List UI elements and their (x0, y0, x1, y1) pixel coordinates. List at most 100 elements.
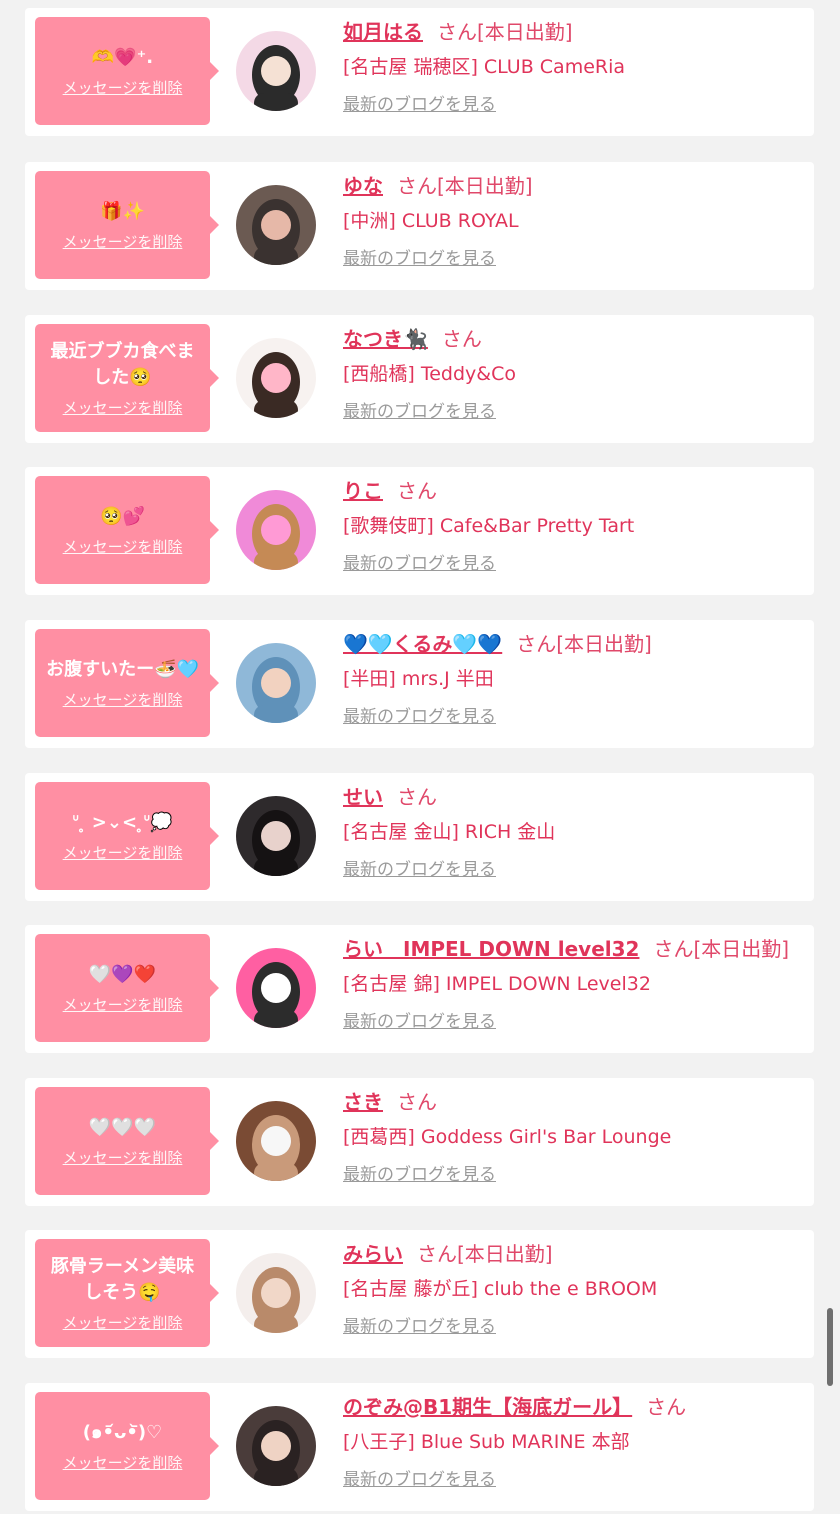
delete-message-link[interactable]: メッセージを削除 (63, 689, 183, 710)
cast-name-link[interactable]: ゆな (343, 174, 383, 198)
cast-name-link[interactable]: りこ (343, 479, 383, 503)
latest-blog-link[interactable]: 最新のブログを見る (343, 706, 496, 728)
avatar[interactable] (236, 948, 316, 1028)
message-bubble: 最近ブブカ食べました🥺 メッセージを削除 (35, 324, 219, 432)
profile-info: ゆな さん[本日出勤] [中洲] CLUB ROYAL 最新のブログを見る (343, 172, 806, 270)
message-text: 🫶💗⁺. (91, 46, 154, 68)
shop-text: [名古屋 瑞穂区] CLUB CameRia (343, 56, 626, 78)
avatar[interactable] (236, 1406, 316, 1486)
avatar-image (236, 643, 316, 723)
delete-message-link[interactable]: メッセージを削除 (63, 231, 183, 252)
message-text: (๑•᷄ᴗ•᷅)♡ (82, 1421, 163, 1443)
shop-text: [名古屋 藤が丘] club the e BROOM (343, 1278, 658, 1300)
cast-name-link[interactable]: なつき🐈‍⬛ (343, 327, 428, 351)
avatar[interactable] (236, 796, 316, 876)
honorific: さん (646, 1395, 687, 1419)
message-bubble: お腹すいたー🍜🩵 メッセージを削除 (35, 629, 219, 737)
latest-blog-link[interactable]: 最新のブログを見る (343, 401, 496, 423)
honorific: さん (653, 937, 694, 961)
delete-message-link[interactable]: メッセージを削除 (63, 1147, 183, 1168)
profile-info: 💙🩵くるみ🩵💙 さん[本日出勤] [半田] mrs.J 半田 最新のブログを見る (343, 630, 806, 728)
message-card: お腹すいたー🍜🩵 メッセージを削除 💙🩵くるみ🩵💙 さん[本日出勤] [半田] mrs.… (25, 620, 814, 748)
avatar-image (236, 1253, 316, 1333)
latest-blog-link[interactable]: 最新のブログを見る (343, 859, 496, 881)
message-text: 🥺💕 (100, 505, 145, 527)
shop-text: [西船橋] Teddy&Co (343, 363, 517, 385)
avatar-image (236, 338, 316, 418)
avatar[interactable] (236, 31, 316, 111)
name-line: のぞみ@B1期生【海底ガール】 さん (343, 1393, 806, 1421)
avatar-image (236, 1406, 316, 1486)
shop-text: [半田] mrs.J 半田 (343, 668, 494, 690)
cast-name-link[interactable]: のぞみ@B1期生【海底ガール】 (343, 1395, 632, 1419)
scrollbar[interactable] (827, 1308, 833, 1386)
delete-message-link[interactable]: メッセージを削除 (63, 1312, 183, 1333)
message-text: 🤍💜❤️ (88, 963, 157, 985)
delete-message-link[interactable]: メッセージを削除 (63, 842, 183, 863)
message-card: 🥺💕 メッセージを削除 りこ さん [歌舞伎町] Cafe&Bar Pretty Tar… (25, 467, 814, 595)
cast-name-link[interactable]: 如月はる (343, 20, 423, 44)
message-text: 🎁✨ (100, 200, 145, 222)
message-bubble: 豚骨ラーメン美味しそう🤤 メッセージを削除 (35, 1239, 219, 1347)
name-line: さき さん (343, 1088, 806, 1116)
latest-blog-link[interactable]: 最新のブログを見る (343, 248, 496, 270)
honorific: さん (397, 1090, 437, 1114)
profile-info: せい さん [名古屋 金山] RICH 金山 最新のブログを見る (343, 783, 806, 881)
avatar[interactable] (236, 1101, 316, 1181)
avatar-image (236, 31, 316, 111)
latest-blog-link[interactable]: 最新のブログを見る (343, 1469, 496, 1491)
avatar[interactable] (236, 185, 316, 265)
latest-blog-link[interactable]: 最新のブログを見る (343, 553, 496, 575)
delete-message-link[interactable]: メッセージを削除 (63, 994, 183, 1015)
avatar[interactable] (236, 643, 316, 723)
message-bubble: 🥺💕 メッセージを削除 (35, 476, 219, 584)
cast-name-link[interactable]: せい (343, 785, 383, 809)
delete-message-link[interactable]: メッセージを削除 (63, 397, 183, 418)
message-text: ᐡ ̥ >⌄< ̥ᐡ💭 (72, 811, 173, 833)
status-text: [本日出勤] (477, 20, 573, 44)
avatar[interactable] (236, 338, 316, 418)
message-bubble: 🤍🤍🤍 メッセージを削除 (35, 1087, 219, 1195)
message-card: (๑•᷄ᴗ•᷅)♡ メッセージを削除 のぞみ@B1期生【海底ガール】 さん [八王子] … (25, 1383, 814, 1511)
shop-text: [中洲] CLUB ROYAL (343, 210, 519, 232)
latest-blog-link[interactable]: 最新のブログを見る (343, 1011, 496, 1033)
cast-name-link[interactable]: 💙🩵くるみ🩵💙 (343, 632, 502, 656)
cast-name-link[interactable]: みらい (343, 1242, 403, 1266)
message-text: 🤍🤍🤍 (88, 1116, 157, 1138)
avatar-image (236, 796, 316, 876)
shop-text: [名古屋 金山] RICH 金山 (343, 821, 556, 843)
avatar[interactable] (236, 1253, 316, 1333)
honorific: さん (397, 174, 437, 198)
message-card: 🫶💗⁺. メッセージを削除 如月はる さん[本日出勤] [名古屋 瑞穂区] CLUB C… (25, 8, 814, 136)
honorific: さん (437, 20, 477, 44)
name-line: 如月はる さん[本日出勤] (343, 18, 806, 46)
message-bubble: (๑•᷄ᴗ•᷅)♡ メッセージを削除 (35, 1392, 219, 1500)
shop-text: [八王子] Blue Sub MARINE 本部 (343, 1431, 630, 1453)
delete-message-link[interactable]: メッセージを削除 (63, 1452, 183, 1473)
status-text: [本日出勤] (556, 632, 652, 656)
name-line: みらい さん[本日出勤] (343, 1240, 806, 1268)
profile-info: りこ さん [歌舞伎町] Cafe&Bar Pretty Tart 最新のブログを見る (343, 477, 806, 575)
delete-message-link[interactable]: メッセージを削除 (63, 77, 183, 98)
avatar-image (236, 185, 316, 265)
latest-blog-link[interactable]: 最新のブログを見る (343, 1164, 496, 1186)
profile-info: らい IMPEL DOWN level32 さん[本日出勤] [名古屋 錦] IMP… (343, 935, 806, 1033)
profile-info: さき さん [西葛西] Goddess Girl's Bar Lounge 最新のブロ… (343, 1088, 806, 1186)
profile-info: 如月はる さん[本日出勤] [名古屋 瑞穂区] CLUB CameRia 最新のブログ… (343, 18, 806, 116)
message-card: 🎁✨ メッセージを削除 ゆな さん[本日出勤] [中洲] CLUB ROYAL 最新のブロ… (25, 162, 814, 290)
name-line: りこ さん (343, 477, 806, 505)
shop-text: [西葛西] Goddess Girl's Bar Lounge (343, 1126, 672, 1148)
profile-info: なつき🐈‍⬛ さん [西船橋] Teddy&Co 最新のブログを見る (343, 325, 806, 423)
latest-blog-link[interactable]: 最新のブログを見る (343, 1316, 496, 1338)
latest-blog-link[interactable]: 最新のブログを見る (343, 94, 496, 116)
message-text: 最近ブブカ食べました🥺 (50, 340, 195, 388)
honorific: さん (397, 785, 437, 809)
message-text: お腹すいたー🍜🩵 (46, 658, 199, 680)
message-text: 豚骨ラーメン美味しそう🤤 (50, 1255, 195, 1303)
cast-name-link[interactable]: らい IMPEL DOWN level32 (343, 937, 639, 961)
cast-name-link[interactable]: さき (343, 1090, 383, 1114)
avatar[interactable] (236, 490, 316, 570)
profile-info: のぞみ@B1期生【海底ガール】 さん [八王子] Blue Sub MARINE 本… (343, 1393, 806, 1491)
delete-message-link[interactable]: メッセージを削除 (63, 536, 183, 557)
name-line: らい IMPEL DOWN level32 さん[本日出勤] (343, 935, 806, 963)
